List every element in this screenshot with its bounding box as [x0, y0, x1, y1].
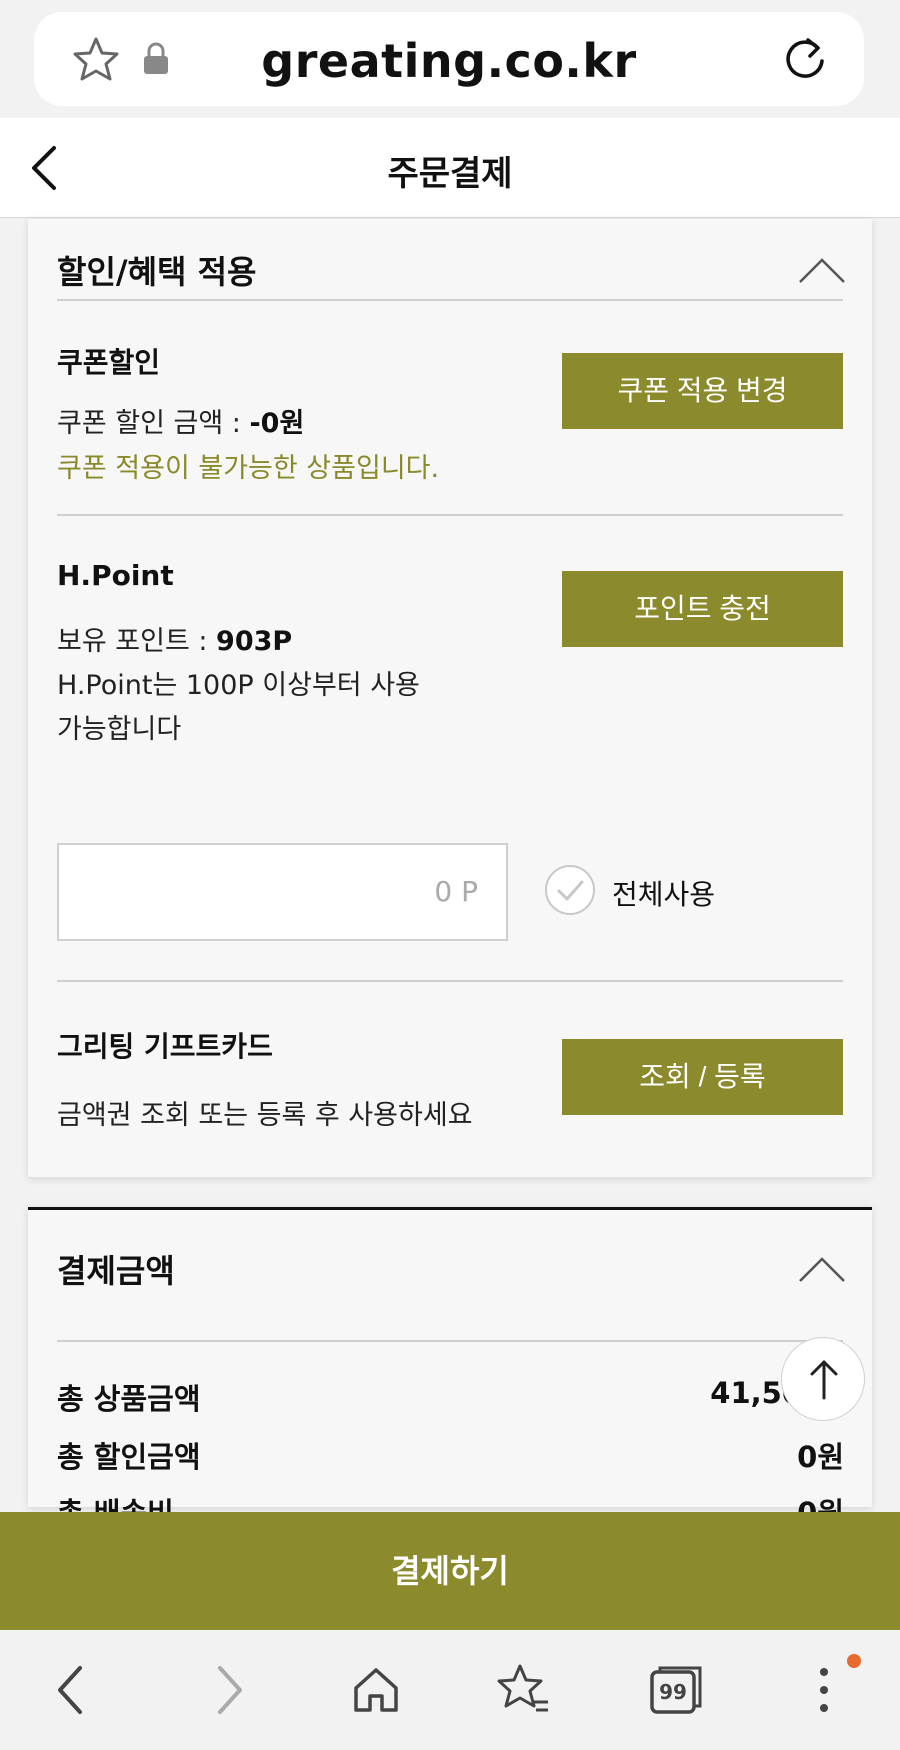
hpoint-balance-label: 보유 포인트 : — [57, 626, 217, 657]
divider — [57, 514, 843, 516]
more-icon[interactable] — [794, 1660, 854, 1720]
back-icon[interactable] — [42, 1660, 102, 1720]
hpoint-notice-line2: 가능합니다 — [57, 714, 182, 745]
coupon-change-button[interactable]: 쿠폰 적용 변경 — [562, 353, 843, 429]
total-discount-label: 총 할인금액 — [57, 1440, 201, 1474]
chevron-up-icon[interactable] — [798, 255, 846, 285]
giftcard-notice: 금액권 조회 또는 등록 후 사용하세요 — [57, 1100, 473, 1131]
arrow-up-icon — [810, 1360, 838, 1400]
hpoint-balance: 보유 포인트 : 903P — [57, 619, 292, 658]
divider — [57, 980, 843, 982]
pay-button[interactable]: 결제하기 — [0, 1512, 900, 1630]
use-all-label[interactable]: 전체사용 — [612, 873, 715, 913]
tabs-icon[interactable]: 99 — [646, 1660, 706, 1720]
total-product-label: 총 상품금액 — [57, 1382, 201, 1416]
point-input[interactable]: 0 P — [57, 843, 508, 941]
page-header: 주문결제 — [0, 118, 900, 218]
hpoint-title: H.Point — [57, 559, 174, 592]
divider — [57, 1340, 843, 1342]
bookmarks-icon[interactable] — [494, 1660, 554, 1720]
payment-title: 결제금액 — [57, 1252, 175, 1290]
chevron-up-icon[interactable] — [798, 1254, 846, 1284]
payment-card: 결제금액 총 상품금액 41,50 총 할인금액 0원 총 배송비 0원 — [28, 1207, 872, 1530]
divider — [57, 299, 843, 301]
url-text[interactable]: greating.co.kr — [34, 34, 864, 88]
giftcard-lookup-button[interactable]: 조회 / 등록 — [562, 1039, 843, 1115]
giftcard-title: 그리팅 기프트카드 — [57, 1030, 273, 1063]
coupon-title: 쿠폰할인 — [57, 346, 161, 379]
browser-bottom-nav: 99 — [0, 1630, 900, 1750]
use-all-checkbox[interactable] — [544, 864, 596, 916]
notification-dot — [847, 1654, 861, 1668]
reload-icon[interactable] — [780, 34, 830, 84]
coupon-amount: 쿠폰 할인 금액 : -0원 — [57, 401, 304, 440]
address-bar[interactable]: greating.co.kr — [34, 12, 864, 106]
hpoint-balance-value: 903P — [216, 626, 293, 657]
coupon-notice: 쿠폰 적용이 불가능한 상품입니다. — [57, 453, 440, 484]
benefits-title: 할인/혜택 적용 — [57, 253, 257, 291]
scroll-top-button[interactable] — [781, 1337, 865, 1421]
home-icon[interactable] — [346, 1660, 406, 1720]
point-charge-button[interactable]: 포인트 충전 — [562, 571, 843, 647]
page-title: 주문결제 — [387, 154, 513, 194]
total-discount-value: 0원 — [797, 1440, 844, 1474]
hpoint-notice-line1: H.Point는 100P 이상부터 사용 — [57, 670, 420, 701]
benefits-card: 할인/혜택 적용 쿠폰할인 쿠폰 할인 금액 : -0원 쿠폰 적용이 불가능한… — [28, 219, 872, 1177]
coupon-amount-label: 쿠폰 할인 금액 : — [57, 408, 250, 439]
point-input-value: 0 P — [434, 875, 478, 908]
tabs-count: 99 — [659, 1680, 687, 1704]
browser-toolbar: greating.co.kr — [0, 0, 900, 118]
forward-icon[interactable] — [198, 1660, 258, 1720]
coupon-amount-value: -0원 — [249, 408, 305, 439]
